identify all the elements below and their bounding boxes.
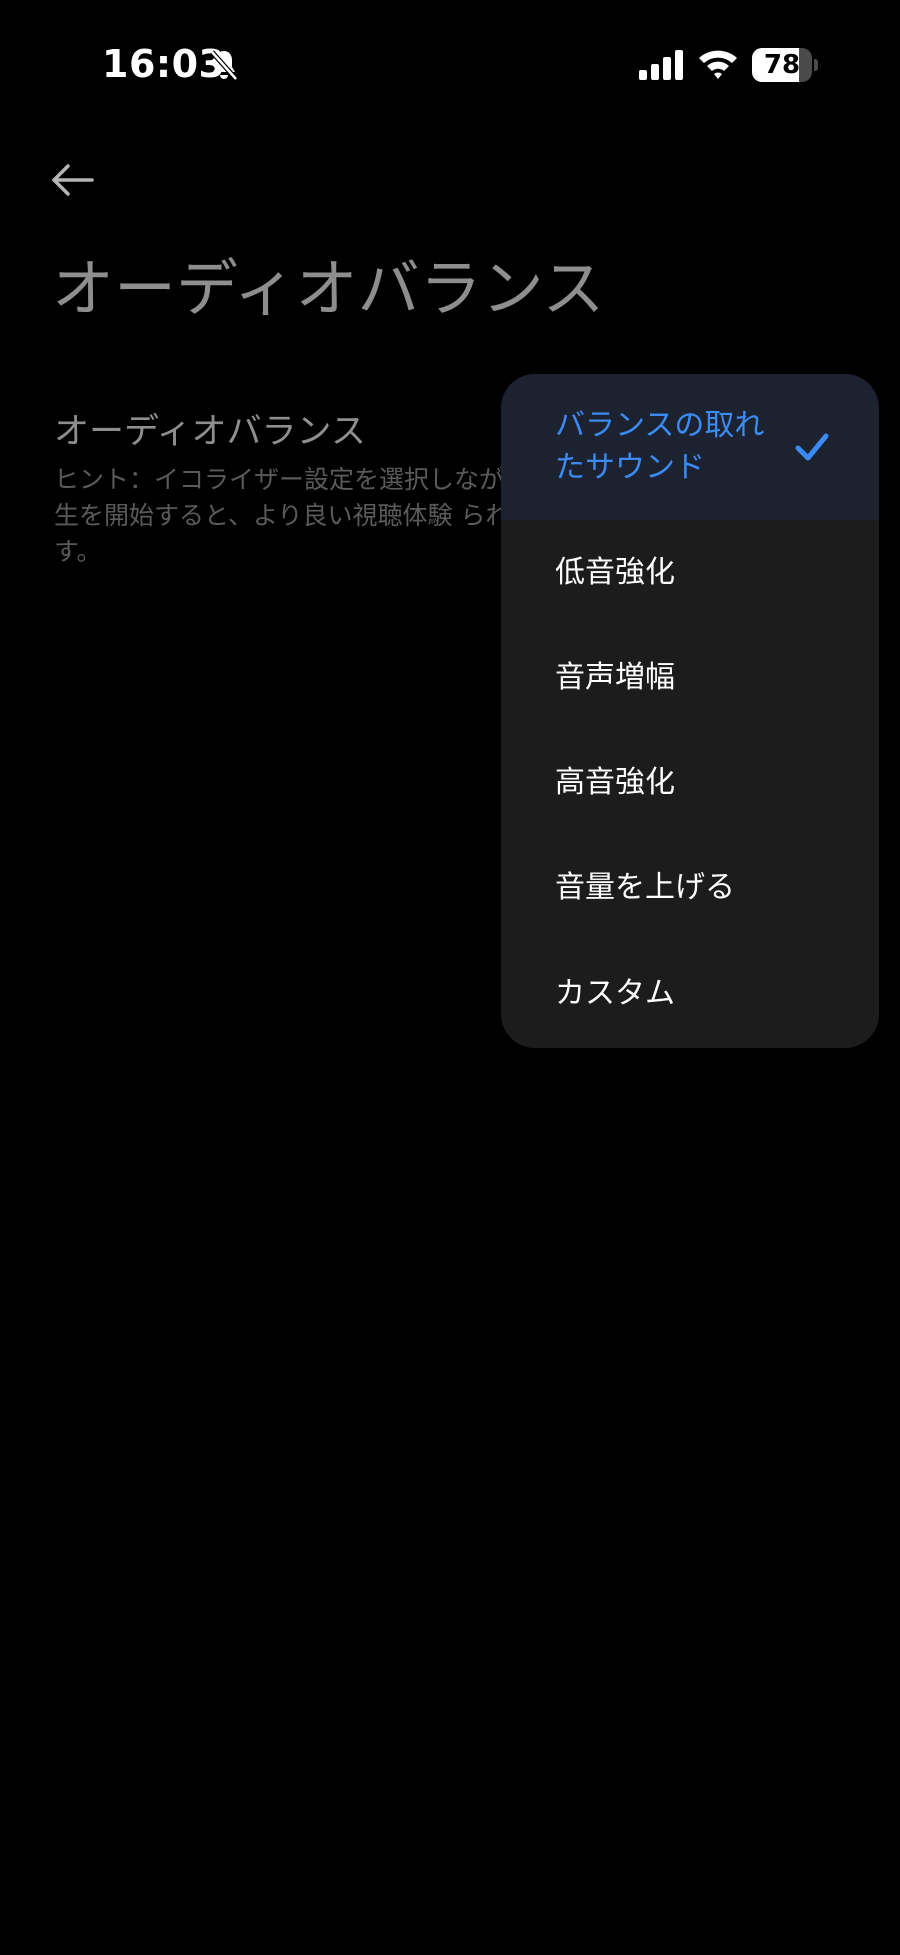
bell-slash-icon bbox=[210, 50, 238, 81]
menu-item-label: 高音強化 bbox=[555, 764, 675, 800]
status-time: 16:03 bbox=[102, 42, 226, 86]
arrow-left-icon[interactable] bbox=[44, 152, 100, 208]
wifi-icon bbox=[699, 50, 737, 79]
battery-level: 78 bbox=[763, 50, 801, 80]
menu-item-bass-boost[interactable]: 低音強化 bbox=[501, 520, 879, 625]
battery-icon: 78 bbox=[752, 48, 818, 82]
menu-item-label: 低音強化 bbox=[555, 554, 675, 590]
menu-item-voice-boost[interactable]: 音声増幅 bbox=[501, 625, 879, 730]
page-title: オーディオバランス bbox=[52, 252, 605, 325]
status-bar: 16:03 78 bbox=[0, 0, 900, 130]
menu-item-treble-boost[interactable]: 高音強化 bbox=[501, 730, 879, 835]
setting-hint: ヒント：イコライザー設定を選択しなが の再生を開始すると、より良い視聴体験 られ… bbox=[54, 465, 562, 566]
menu-item-label: カスタム bbox=[555, 976, 675, 1011]
menu-item-custom[interactable]: カスタム bbox=[501, 940, 879, 1048]
audio-balance-dropdown-menu: バランスの取れたサウンド 低音強化 音声増幅 高音強化 音量を上げる カスタム bbox=[501, 374, 879, 1048]
menu-item-label: 音量を上げる bbox=[555, 869, 735, 905]
menu-item-label: バランスの取れたサウンド bbox=[555, 408, 765, 485]
menu-item-volume-up[interactable]: 音量を上げる bbox=[501, 835, 879, 940]
checkmark-icon bbox=[795, 433, 829, 461]
menu-item-balanced-sound[interactable]: バランスの取れたサウンド bbox=[501, 374, 879, 520]
menu-item-label: 音声増幅 bbox=[555, 659, 675, 695]
cellular-signal-icon bbox=[639, 50, 683, 80]
